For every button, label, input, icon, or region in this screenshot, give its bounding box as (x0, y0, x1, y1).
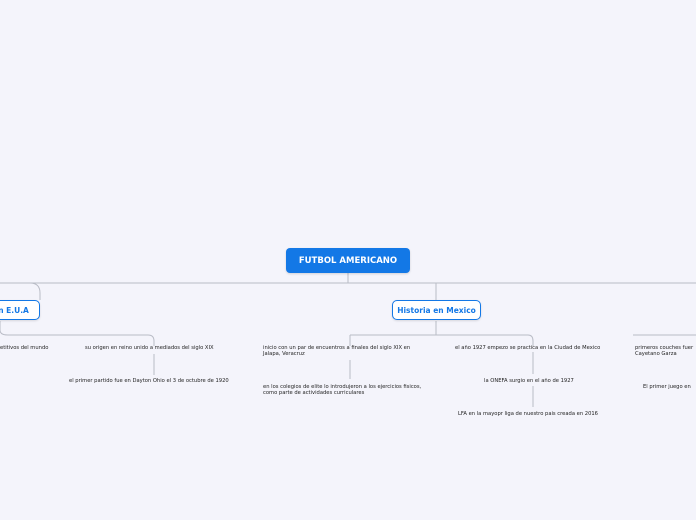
subtopic-primer-juego[interactable]: El primer juego en (643, 384, 691, 390)
subtopic-onefa[interactable]: la ONEFA surgio en el año de 1927 (484, 378, 574, 384)
subtopic-inicio-jalapa[interactable]: inicio con un par de encuentros a finale… (263, 345, 410, 358)
subtopic-competitivos[interactable]: etitivos del mundo (0, 345, 48, 351)
subtopic-lfa[interactable]: LFA en la mayopr liga de nuestro pais cr… (458, 411, 598, 417)
central-topic[interactable]: FUTBOL AMERICANO (286, 248, 410, 273)
topic-historia-en-mexico[interactable]: Historia en Mexico (392, 300, 481, 320)
subtopic-colegios-elite[interactable]: en los colegios de elite lo introdujeron… (263, 384, 421, 397)
subtopic-inicio-jalapa-line2: Jalapa, Veracruz (263, 351, 305, 358)
subtopic-ano-1927[interactable]: el año 1927 empezo se practica en la Ciu… (455, 345, 600, 351)
subtopic-colegios-elite-line2: como parte de actividades curriculares (263, 390, 365, 397)
subtopic-primeros-couches-line2: Cayetano Garza (635, 351, 677, 358)
mind-map-canvas: FUTBOL AMERICANO en E.U.A Historia en Me… (0, 0, 696, 520)
subtopic-primeros-couches[interactable]: primeros couches fuer Cayetano Garza (635, 345, 693, 358)
subtopic-origen-reino-unido[interactable]: su origen en reino unido a mediados del … (85, 345, 214, 351)
topic-en-eua[interactable]: en E.U.A (0, 300, 40, 320)
subtopic-primer-partido[interactable]: el primer partido fue en Dayton Ohio el … (69, 378, 229, 384)
